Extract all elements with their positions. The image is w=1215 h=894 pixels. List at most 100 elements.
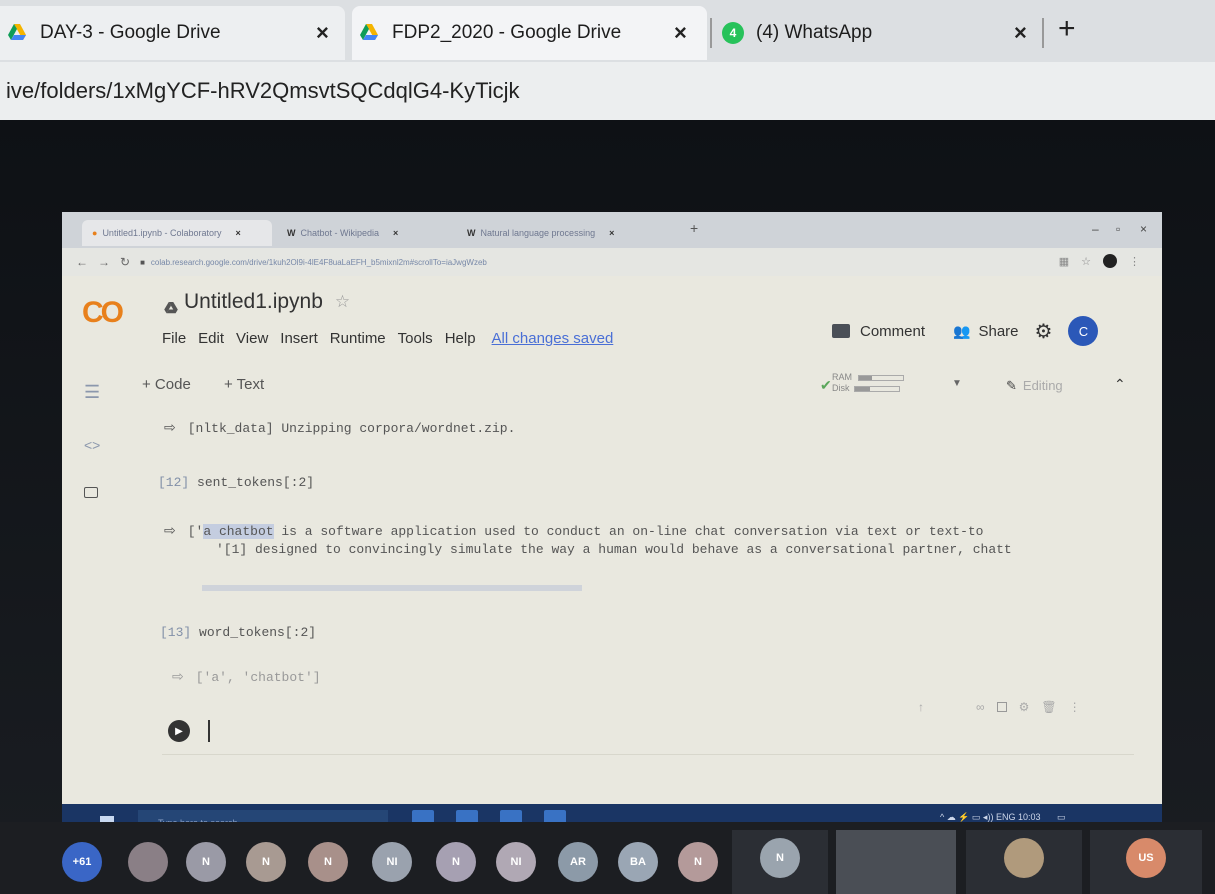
avatar[interactable]: C: [1068, 316, 1099, 346]
new-tab-button[interactable]: +: [1058, 12, 1076, 46]
menu-file[interactable]: File: [162, 330, 186, 347]
left-sidebar: ☰ <>: [84, 382, 114, 532]
inner-tab-colab[interactable]: ● Untitled1.ipynb - Colaboratory ×: [82, 220, 272, 246]
kebab-menu-icon[interactable]: ⋮: [1069, 700, 1081, 714]
cell-output-continued: '[1] designed to convincingly simulate t…: [216, 542, 1012, 557]
files-folder-icon[interactable]: [84, 487, 98, 498]
inner-tab-nlp[interactable]: W Natural language processing ×: [457, 220, 682, 246]
output-text: [nltk_data] Unzipping corpora/wordnet.zi…: [187, 421, 516, 436]
participant-video-tile[interactable]: [836, 830, 956, 894]
save-status[interactable]: All changes saved: [492, 330, 614, 347]
drive-icon: [164, 296, 178, 314]
ram-bar: [858, 374, 904, 381]
participant-avatar[interactable]: N: [308, 842, 348, 882]
menu-edit[interactable]: Edit: [198, 330, 224, 347]
chevron-up-icon[interactable]: ⌃: [1114, 376, 1126, 393]
participant-tile[interactable]: [966, 830, 1082, 894]
menu-runtime[interactable]: Runtime: [330, 330, 386, 347]
back-arrow-icon[interactable]: ←: [76, 255, 88, 269]
disk-bar-fill: [854, 386, 870, 391]
share-button[interactable]: Share: [978, 323, 1018, 340]
link-icon[interactable]: ∞: [976, 700, 985, 714]
table-of-contents-icon[interactable]: ☰: [84, 382, 114, 403]
menu-tools[interactable]: Tools: [398, 330, 433, 347]
code-cell-12[interactable]: [12] sent_tokens[:2]: [158, 475, 314, 490]
profile-icon[interactable]: [1103, 254, 1117, 268]
participant-avatar[interactable]: NI: [372, 842, 412, 882]
delete-icon[interactable]: 🗑: [1041, 700, 1056, 714]
close-icon[interactable]: ×: [609, 228, 614, 238]
output-scrollbar[interactable]: [202, 585, 582, 591]
participant-avatar[interactable]: N: [678, 842, 718, 882]
lock-icon: ■: [140, 257, 145, 267]
participant-tile[interactable]: N: [732, 830, 828, 894]
comment-cell-icon[interactable]: [996, 702, 1007, 712]
outer-tab-fdp2[interactable]: FDP2_2020 - Google Drive ×: [352, 6, 707, 60]
run-cell-button[interactable]: ▶: [168, 720, 190, 742]
photo-of-screen: DAY-3 - Google Drive × FDP2_2020 - Googl…: [0, 0, 1215, 894]
star-icon[interactable]: ☆: [335, 292, 350, 312]
close-icon[interactable]: ×: [393, 228, 398, 238]
inner-tab-label: Chatbot - Wikipedia: [300, 228, 380, 238]
execution-count: [13]: [160, 625, 192, 640]
participant-avatar[interactable]: BA: [618, 842, 658, 882]
comment-button[interactable]: Comment: [860, 323, 925, 340]
participant-avatar[interactable]: N: [436, 842, 476, 882]
google-drive-icon: [360, 23, 382, 43]
google-drive-icon: [8, 23, 30, 43]
inner-tab-wikipedia[interactable]: W Chatbot - Wikipedia ×: [277, 220, 447, 246]
inner-address-bar[interactable]: ← → ↻ ■ colab.research.google.com/drive/…: [62, 248, 1162, 276]
add-code-button[interactable]: + Code: [142, 376, 191, 393]
participant-avatar[interactable]: N: [246, 842, 286, 882]
editing-label: Editing: [1022, 378, 1063, 393]
participant-avatar[interactable]: N: [186, 842, 226, 882]
close-icon[interactable]: ×: [236, 228, 241, 238]
close-icon[interactable]: ×: [316, 20, 329, 46]
outer-tab-day3[interactable]: DAY-3 - Google Drive ×: [0, 6, 345, 60]
menu-insert[interactable]: Insert: [280, 330, 318, 347]
outer-tab-label: DAY-3 - Google Drive: [40, 22, 221, 43]
inner-new-tab-button[interactable]: +: [690, 220, 698, 236]
participant-count-badge[interactable]: +61: [62, 842, 102, 882]
chevron-down-icon[interactable]: ▼: [952, 378, 962, 389]
close-icon[interactable]: ×: [1014, 20, 1027, 46]
tray-icons: ^ ☁ ⚡ ▭ ◂)) ENG: [940, 812, 1018, 822]
notebook-title[interactable]: Untitled1.ipynb ☆: [164, 290, 350, 314]
move-up-icon[interactable]: ↑: [918, 700, 924, 714]
add-text-button[interactable]: + Text: [224, 376, 264, 393]
colab-logo[interactable]: CO: [82, 296, 124, 330]
window-close-icon[interactable]: ×: [1140, 222, 1147, 236]
participant-avatar[interactable]: NI: [496, 842, 536, 882]
outer-tab-whatsapp[interactable]: 4 (4) WhatsApp ×: [712, 6, 1042, 60]
inner-tab-label: Untitled1.ipynb - Colaboratory: [102, 228, 222, 238]
wikipedia-icon: W: [467, 228, 476, 238]
extension-icon[interactable]: ▦: [1059, 255, 1069, 268]
code-snippets-icon[interactable]: <>: [84, 437, 114, 453]
bookmark-star-icon[interactable]: ☆: [1081, 255, 1091, 268]
notebook-name: Untitled1.ipynb: [184, 290, 323, 313]
forward-arrow-icon[interactable]: →: [98, 255, 110, 269]
gear-icon[interactable]: ⚙: [1035, 319, 1053, 344]
close-icon[interactable]: ×: [674, 20, 687, 46]
participant-avatar[interactable]: [128, 842, 168, 882]
minimize-icon[interactable]: –: [1092, 222, 1099, 236]
resource-monitor[interactable]: ✔ RAM Disk: [820, 372, 904, 394]
reload-icon[interactable]: ↻: [120, 255, 130, 269]
kebab-menu-icon[interactable]: ⋮: [1129, 255, 1140, 268]
notification-icon[interactable]: ▭: [1057, 812, 1066, 822]
whatsapp-icon: 4: [722, 22, 744, 44]
participant-tile[interactable]: US: [1090, 830, 1202, 894]
menu-help[interactable]: Help: [445, 330, 476, 347]
editing-mode-button[interactable]: ✎ Editing: [1006, 378, 1063, 394]
cell-toolbar: ↑ ∞ ⚙ 🗑 ⋮: [918, 700, 1081, 714]
disk-label: Disk: [832, 383, 850, 393]
participant-avatar[interactable]: AR: [558, 842, 598, 882]
maximize-icon[interactable]: ▫: [1116, 222, 1120, 236]
pencil-icon: ✎: [1006, 378, 1017, 393]
output-text: ['a', 'chatbot']: [195, 670, 321, 685]
outer-address-bar[interactable]: ive/folders/1xMgYCF-hRV2QmsvtSQCdqlG4-Ky…: [0, 62, 1215, 120]
outer-tab-bar: DAY-3 - Google Drive × FDP2_2020 - Googl…: [0, 0, 1215, 62]
settings-icon[interactable]: ⚙: [1019, 700, 1030, 714]
menu-view[interactable]: View: [236, 330, 268, 347]
code-cell-13[interactable]: [13] word_tokens[:2]: [160, 625, 316, 640]
